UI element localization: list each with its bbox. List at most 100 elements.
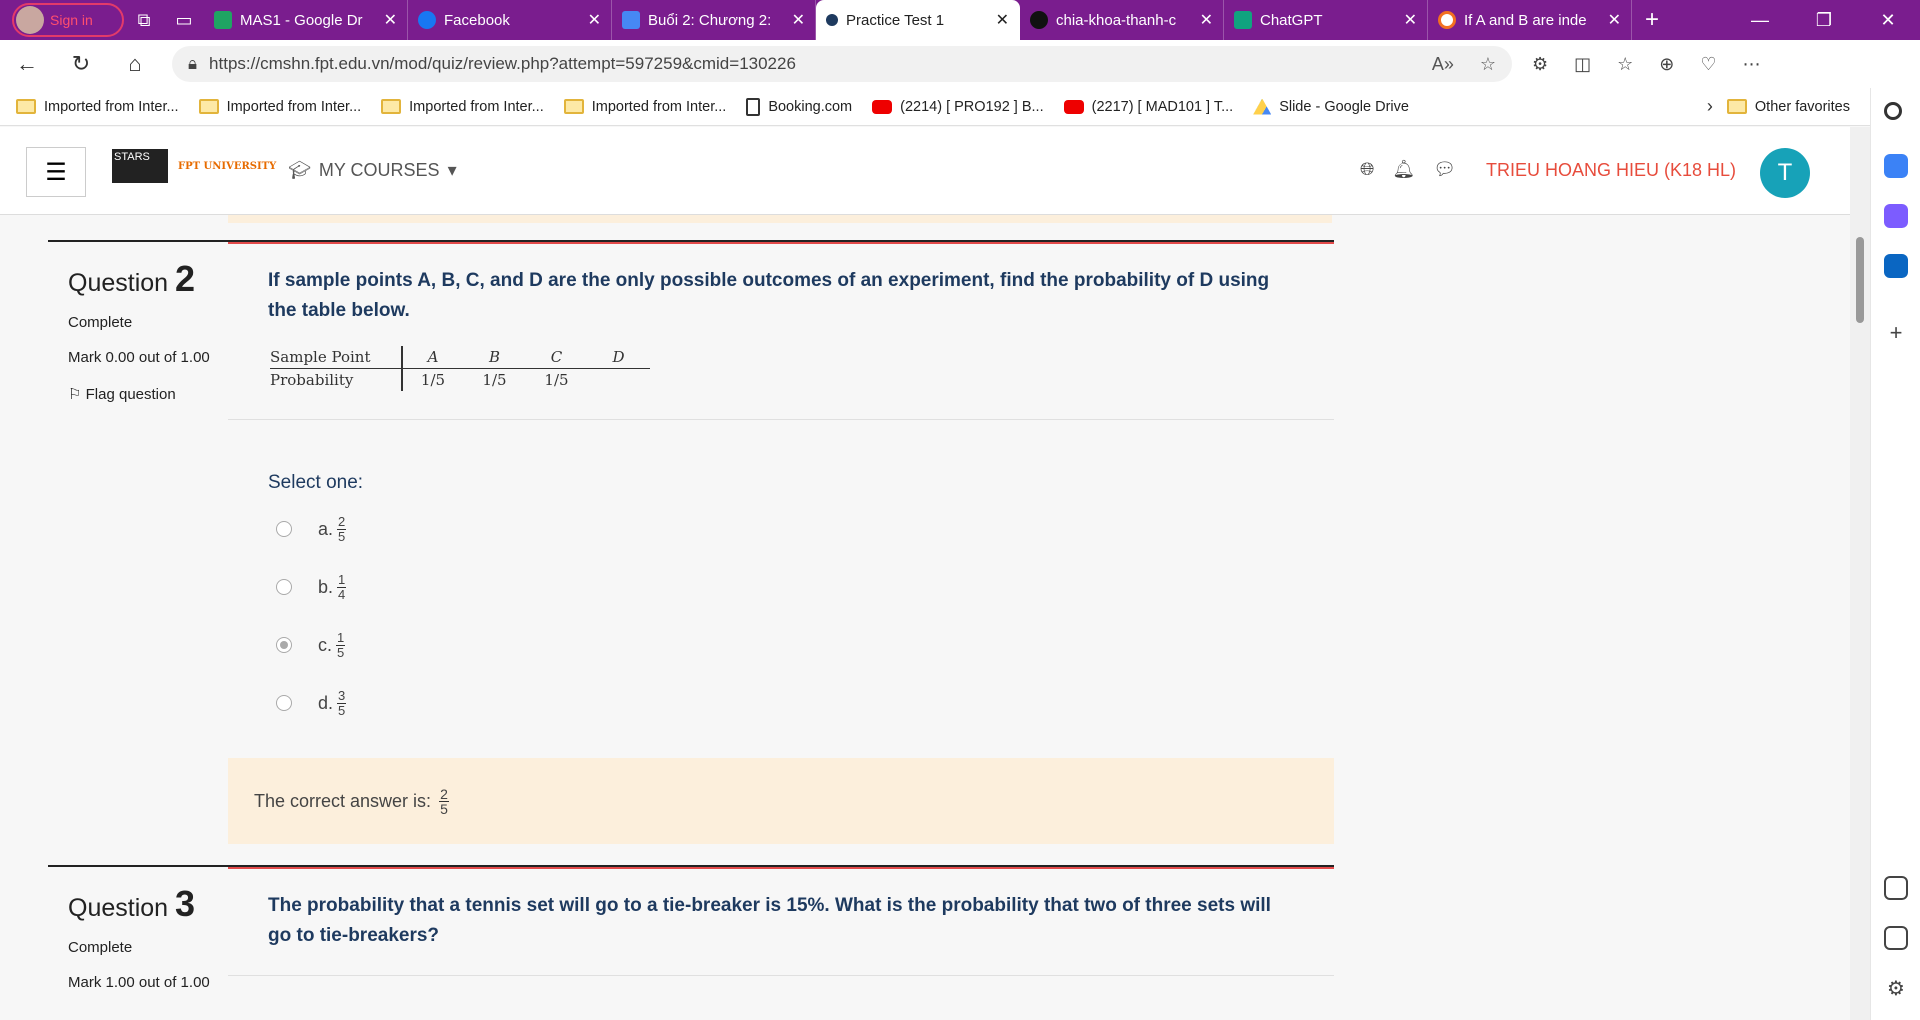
favorite-item[interactable]: Imported from Inter... [16, 99, 179, 115]
tab-facebook[interactable]: Facebook ✕ [408, 0, 612, 40]
url-field[interactable]: 🔒︎ https://cmshn.fpt.edu.vn/mod/quiz/rev… [172, 46, 1512, 82]
globe-icon[interactable]: 🌐︎ [1360, 159, 1374, 180]
radio-a[interactable] [276, 521, 292, 537]
tab-practice-test[interactable]: Practice Test 1 ✕ [816, 0, 1020, 40]
close-icon[interactable]: ✕ [588, 10, 601, 30]
toolbar-icons: ⚙ ◫ ☆ ⊕ ♡ ⋯ [1532, 54, 1761, 75]
copilot-icon[interactable] [1884, 204, 1908, 228]
folder-icon [198, 99, 219, 114]
question-state: Complete [68, 939, 133, 956]
favorite-star-icon[interactable]: ☆ [1480, 54, 1496, 75]
refresh-icon[interactable]: ↻ [54, 51, 108, 77]
screenshot-icon[interactable] [1884, 876, 1908, 900]
scrollbar-thumb[interactable] [1856, 237, 1864, 323]
tab-mas1[interactable]: MAS1 - Google Dr ✕ [204, 0, 408, 40]
workspaces-icon[interactable]: ⧉ [124, 0, 164, 40]
radio-d[interactable] [276, 695, 292, 711]
close-icon[interactable]: ✕ [384, 10, 397, 30]
flag-question[interactable]: ⚐ Flag question [68, 385, 228, 403]
folder-icon [16, 99, 36, 114]
outlook-icon[interactable] [1884, 254, 1908, 278]
home-icon[interactable]: ⌂ [108, 51, 162, 77]
new-tab-icon[interactable]: + [1632, 6, 1672, 34]
search-icon[interactable] [1884, 102, 1902, 120]
profile-button[interactable]: Sign in [12, 3, 124, 37]
question-info: Question 2 Complete Mark 0.00 out of 1.0… [68, 258, 228, 403]
favorites-icon[interactable]: ☆ [1617, 54, 1633, 75]
other-favorites[interactable]: Other favorites [1726, 99, 1850, 115]
close-window-icon[interactable]: ✕ [1856, 0, 1920, 40]
answer-option-a[interactable]: a. 2 5 [276, 500, 1334, 558]
menu-icon[interactable]: ☰ [26, 147, 86, 197]
close-icon[interactable]: ✕ [1608, 10, 1621, 30]
caret-down-icon: ▾ [447, 160, 457, 180]
question-info: Question 3 Complete Mark 1.00 out of 1.0… [68, 883, 228, 994]
address-bar-row: ← ↻ ⌂ 🔒︎ https://cmshn.fpt.edu.vn/mod/qu… [0, 40, 1920, 88]
moodle-icon [826, 14, 838, 26]
favorite-item[interactable]: Slide - Google Drive [1253, 98, 1409, 115]
previous-feedback-strip [228, 215, 1332, 223]
drive-icon [214, 11, 232, 29]
close-icon[interactable]: ✕ [1404, 10, 1417, 30]
favorite-item[interactable]: Booking.com [746, 97, 852, 116]
lock-icon[interactable]: 🔒︎ [188, 54, 197, 74]
divider [228, 419, 1334, 420]
user-name[interactable]: TRIEU HOANG HIEU (K18 HL) [1486, 160, 1736, 181]
tab-chatgpt[interactable]: ChatGPT ✕ [1224, 0, 1428, 40]
close-icon[interactable]: ✕ [1200, 10, 1213, 30]
profile-label: Sign in [50, 12, 93, 28]
stars-logo: STARS [112, 149, 168, 183]
answer-option-c[interactable]: c. 1 5 [276, 616, 1334, 674]
extensions-icon[interactable]: ⚙ [1532, 54, 1548, 75]
favorite-item[interactable]: Imported from Inter... [381, 99, 544, 115]
favorite-item[interactable]: Imported from Inter... [198, 99, 361, 115]
add-icon[interactable]: + [1884, 320, 1908, 345]
header-icons: 🌐︎ 🔔︎ 💬︎ [1360, 159, 1456, 180]
tab-if-a-and-b[interactable]: If A and B are inde ✕ [1428, 0, 1632, 40]
minimize-icon[interactable]: — [1728, 0, 1792, 40]
radio-c[interactable] [276, 637, 292, 653]
site-header: ☰ STARS FPT UNIVERSITY 🎓︎ MY COURSES ▾ 🌐… [0, 127, 1850, 215]
page-scrollbar[interactable] [1850, 127, 1870, 1020]
github-icon [1030, 11, 1048, 29]
divider [228, 975, 1334, 976]
favorite-item[interactable]: (2217) [ MAD101 ] T... [1063, 99, 1233, 115]
folder-icon [1726, 99, 1747, 114]
favorite-item[interactable]: Imported from Inter... [563, 99, 726, 115]
question-content: The probability that a tennis set will g… [228, 867, 1334, 976]
chevron-right-icon[interactable]: › [1707, 96, 1713, 117]
favorite-item[interactable]: (2214) [ PRO192 ] B... [872, 99, 1044, 115]
answer-option-b[interactable]: b. 1 4 [276, 558, 1334, 616]
user-avatar[interactable]: T [1760, 148, 1810, 198]
restore-icon[interactable]: ❐ [1792, 0, 1856, 40]
site-logo[interactable]: STARS FPT UNIVERSITY [112, 149, 276, 183]
chat-icon[interactable]: 💬︎ [1433, 159, 1456, 180]
read-aloud-icon[interactable]: A» [1432, 54, 1454, 75]
more-icon[interactable]: ⋯ [1743, 54, 1761, 75]
close-icon[interactable]: ✕ [792, 10, 805, 30]
answer-option-d[interactable]: d. 3 5 [276, 674, 1334, 732]
shopping-icon[interactable] [1884, 154, 1908, 178]
split-screen-icon[interactable]: ◫ [1574, 54, 1591, 75]
back-icon[interactable]: ← [0, 51, 54, 77]
tab-actions-icon[interactable]: ▭ [164, 0, 204, 40]
question-3: Question 3 Complete Mark 1.00 out of 1.0… [48, 865, 1334, 1020]
tab-buoi2[interactable]: Buổi 2: Chương 2: ✕ [612, 0, 816, 40]
avatar [16, 6, 44, 34]
correct-answer-feedback: The correct answer is: 25 [228, 758, 1334, 844]
tab-github[interactable]: chia-khoa-thanh-c ✕ [1020, 0, 1224, 40]
sidebar-toggle-icon[interactable] [1884, 926, 1908, 950]
health-icon[interactable]: ♡ [1700, 54, 1716, 75]
question-title: Question 3 [68, 883, 196, 924]
folder-icon [381, 99, 402, 114]
settings-icon[interactable]: ⚙ [1884, 976, 1908, 1000]
collections-icon[interactable]: ⊕ [1659, 54, 1674, 75]
my-courses-menu[interactable]: 🎓︎ MY COURSES ▾ [288, 160, 457, 181]
bell-icon[interactable]: 🔔︎ [1392, 159, 1415, 180]
facebook-icon [418, 11, 436, 29]
close-icon[interactable]: ✕ [996, 10, 1009, 30]
radio-b[interactable] [276, 579, 292, 595]
question-text: The probability that a tennis set will g… [268, 895, 1271, 946]
chatgpt-icon [1234, 11, 1252, 29]
search-result-icon [1438, 11, 1456, 29]
